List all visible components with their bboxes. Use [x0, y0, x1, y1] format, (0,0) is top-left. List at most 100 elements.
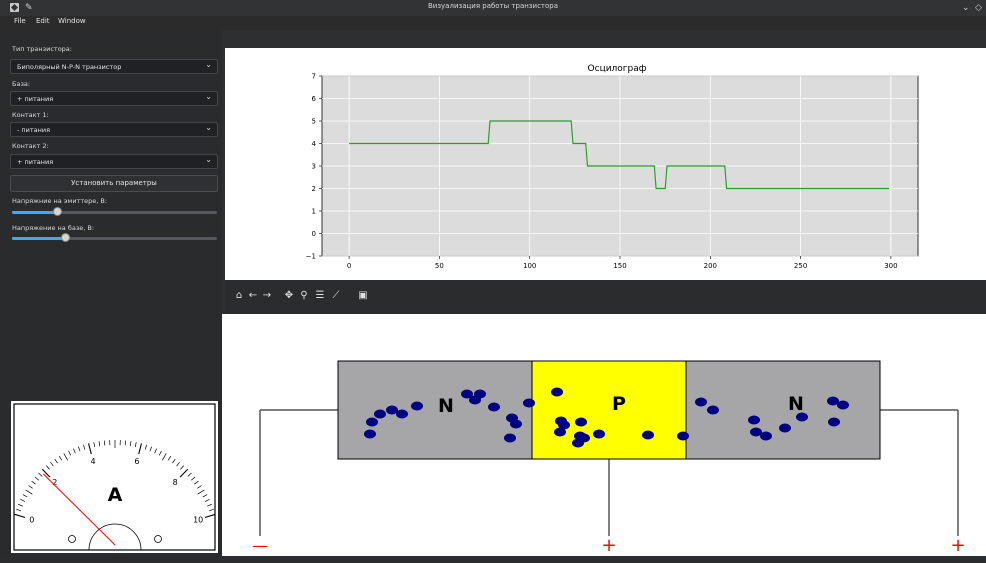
ammeter-tick — [20, 499, 26, 502]
ammeter-tick — [154, 448, 157, 454]
ammeter-tick — [58, 455, 63, 461]
ammeter-scale-label: 8 — [173, 478, 178, 487]
ammeter-tick — [162, 453, 167, 461]
slider-handle[interactable] — [52, 207, 62, 216]
status-bar — [0, 556, 986, 563]
charge-carrier — [411, 401, 423, 411]
charge-carrier — [469, 395, 481, 405]
ammeter-tick — [134, 442, 137, 448]
menu-file[interactable]: File — [14, 17, 26, 25]
zoom-icon[interactable]: ⚲ — [298, 290, 310, 301]
ammeter-tick — [167, 455, 172, 461]
middle-terminal-sign: + — [601, 535, 616, 556]
ammeter-tick — [144, 444, 147, 450]
slider-handle[interactable] — [60, 233, 70, 242]
emitter-voltage-slider[interactable] — [12, 207, 217, 217]
forward-icon[interactable]: → — [261, 290, 273, 301]
x-tick-label: 0 — [347, 262, 351, 270]
menu-window[interactable]: Window — [58, 17, 86, 25]
transistor-type-select[interactable]: Биполярный N-P-N транзистор ⌄ — [10, 59, 218, 74]
oscilloscope-plot: Осцилограф 0 50 100 150 200 250 300 −1 0 1 2 3 4 5 6 7 — [225, 48, 986, 280]
ammeter-tick — [46, 465, 50, 470]
ammeter-tick — [25, 489, 33, 495]
ammeter-tick — [16, 508, 22, 512]
ammeter-tick — [83, 444, 86, 450]
contact1-select[interactable]: - питания ⌄ — [10, 122, 218, 137]
charge-carrier — [593, 429, 605, 439]
n-left-label: N — [438, 395, 454, 417]
base-value: + питания — [17, 95, 54, 103]
ammeter-screw — [68, 535, 76, 543]
ammeter-tick — [28, 485, 33, 489]
ammeter-scale-label: 4 — [91, 457, 96, 466]
ammeter-tick — [190, 476, 196, 481]
ammeter-scale-label: 10 — [193, 516, 203, 525]
ammeter-tick — [50, 461, 54, 467]
ammeter-tick — [38, 472, 43, 477]
menu-edit[interactable]: Edit — [36, 17, 50, 25]
charge-carrier — [523, 398, 535, 408]
charge-carrier — [396, 409, 408, 419]
ammeter-letter: A — [108, 484, 123, 506]
p-label: P — [612, 393, 626, 415]
ammeter-tick — [158, 450, 162, 456]
charge-carrier — [695, 397, 707, 407]
edit-axes-icon[interactable]: ⟋ — [330, 290, 342, 301]
ammeter-scale-label: 0 — [29, 516, 34, 525]
ammeter: 0 2 4 6 8 10 A — [11, 401, 218, 553]
charge-carrier — [504, 433, 516, 443]
x-tick-label: 150 — [613, 262, 626, 270]
ammeter-tick — [176, 461, 180, 467]
configure-icon[interactable]: ☰ — [314, 290, 326, 301]
chevron-down-icon: ⌄ — [205, 60, 212, 69]
ammeter-tick — [129, 441, 132, 447]
charge-carrier — [554, 427, 566, 437]
y-tick-label: 1 — [312, 208, 316, 216]
base-voltage-slider[interactable] — [12, 233, 217, 243]
pan-icon[interactable]: ✥ — [283, 290, 295, 301]
title-bar: ✎ Визуализация работы транзистора ⌄ ◇ — [0, 0, 986, 16]
ammeter-dial: 024 6810 A — [13, 403, 216, 551]
charge-carrier — [760, 431, 772, 441]
ammeter-tick — [73, 448, 76, 454]
ammeter-tick — [68, 450, 72, 456]
apply-parameters-button[interactable]: Установить параметры — [10, 175, 218, 192]
contact1-value: - питания — [17, 126, 51, 134]
y-tick-label: 6 — [312, 95, 317, 103]
charge-carrier — [374, 409, 386, 419]
ammeter-tick — [197, 485, 202, 489]
left-terminal-sign: — — [252, 536, 268, 555]
charge-carrier — [364, 429, 376, 439]
plot-toolbar: ⌂ ← → ✥ ⚲ ☰ ⟋ ▣ — [225, 280, 986, 314]
x-tick-label: 250 — [794, 262, 807, 270]
charge-carrier — [796, 412, 808, 422]
ammeter-tick — [207, 503, 212, 507]
charge-carrier — [707, 405, 719, 415]
charge-carrier — [837, 400, 849, 410]
home-icon[interactable]: ⌂ — [233, 290, 245, 301]
ammeter-tick — [204, 499, 210, 502]
charge-carrier — [572, 438, 584, 448]
chevron-down-icon: ⌄ — [205, 155, 212, 164]
minimize-icon[interactable]: ⌄ — [962, 1, 970, 15]
ammeter-tick — [124, 440, 127, 446]
ammeter-tick — [138, 443, 142, 455]
base-select[interactable]: + питания ⌄ — [10, 91, 218, 106]
y-tick-label: 0 — [312, 230, 316, 238]
ammeter-tick — [194, 480, 199, 485]
maximize-icon[interactable]: ◇ — [975, 1, 982, 15]
p-region — [531, 360, 687, 460]
chart-title: Осцилограф — [588, 64, 647, 74]
ammeter-scale-label: 6 — [134, 457, 139, 466]
x-tick-label: 50 — [435, 262, 444, 270]
y-tick-label: 4 — [312, 140, 317, 148]
contact2-select[interactable]: + питания ⌄ — [10, 154, 218, 169]
back-icon[interactable]: ← — [247, 290, 259, 301]
n-region-left — [337, 360, 533, 460]
charge-carrier — [551, 387, 563, 397]
charge-carrier — [748, 415, 760, 425]
save-icon[interactable]: ▣ — [357, 290, 369, 301]
base-label: База: — [12, 80, 31, 88]
ammeter-tick — [149, 446, 152, 452]
emitter-voltage-label: Напряжние на эмиттере, В: — [12, 197, 108, 205]
